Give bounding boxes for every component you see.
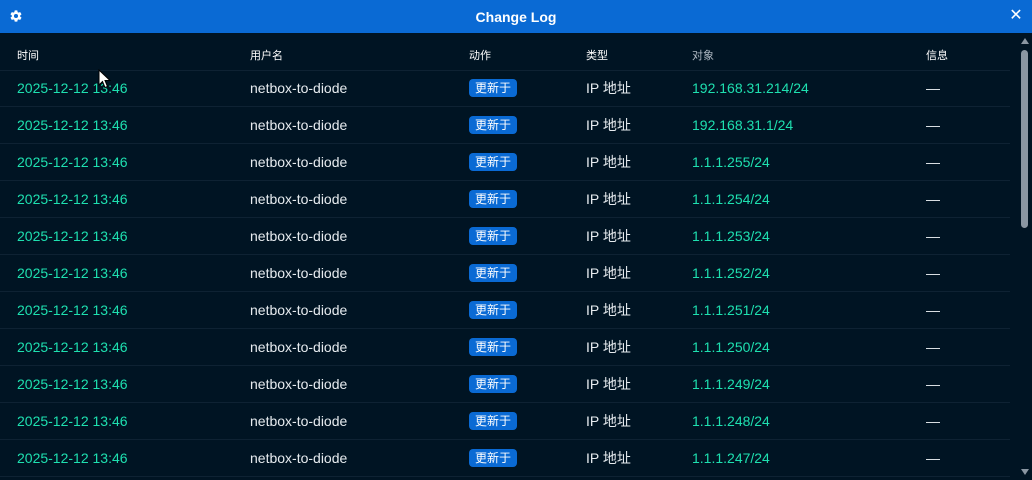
time-cell[interactable]: 2025-12-12 13:46 [17, 191, 128, 208]
message-cell: — [926, 117, 940, 133]
type-cell: IP 地址 [586, 450, 631, 466]
object-link[interactable]: 1.1.1.253/24 [692, 228, 770, 245]
close-icon[interactable]: ✕ [1008, 8, 1024, 24]
table-row[interactable]: 2025-12-12 13:46 netbox-to-diode 更新于 IP 地址 1… [0, 107, 1010, 144]
user-cell[interactable]: netbox-to-diode [250, 228, 347, 245]
user-cell[interactable]: netbox-to-diode [250, 450, 347, 467]
table-row[interactable]: 2025-12-12 13:46 netbox-to-diode 更新于 IP 地址 1… [0, 366, 1010, 403]
user-cell[interactable]: netbox-to-diode [250, 191, 347, 208]
type-cell: IP 地址 [586, 191, 631, 207]
mouse-cursor-icon [98, 69, 112, 89]
type-cell: IP 地址 [586, 376, 631, 392]
type-cell: IP 地址 [586, 80, 631, 96]
type-cell: IP 地址 [586, 339, 631, 355]
type-cell: IP 地址 [586, 228, 631, 244]
time-cell[interactable]: 2025-12-12 13:46 [17, 376, 128, 393]
window-title: Change Log [475, 8, 557, 25]
header-time[interactable]: 时间 [17, 47, 39, 63]
table-row[interactable]: 2025-12-12 13:46 netbox-to-diode 更新于 IP 地址 1… [0, 292, 1010, 329]
vertical-scrollbar[interactable] [1018, 33, 1032, 480]
message-cell: — [926, 154, 940, 170]
table-row[interactable]: 2025-12-12 13:46 netbox-to-diode 更新于 IP 地址 1… [0, 329, 1010, 366]
scrollbar-thumb[interactable] [1021, 50, 1028, 228]
object-link[interactable]: 1.1.1.248/24 [692, 413, 770, 430]
title-bar: Change Log ✕ [0, 0, 1032, 33]
action-badge: 更新于 [469, 449, 518, 467]
object-link[interactable]: 1.1.1.254/24 [692, 191, 770, 208]
message-cell: — [926, 302, 940, 318]
type-cell: IP 地址 [586, 154, 631, 170]
header-type[interactable]: 类型 [586, 47, 608, 63]
message-cell: — [926, 339, 940, 355]
header-action[interactable]: 动作 [469, 47, 491, 63]
object-link[interactable]: 1.1.1.255/24 [692, 154, 770, 171]
table-row[interactable]: 2025-12-12 13:46 netbox-to-diode 更新于 IP 地址 1… [0, 440, 1010, 477]
scroll-up-icon[interactable] [1021, 38, 1029, 44]
time-cell[interactable]: 2025-12-12 13:46 [17, 154, 128, 171]
time-cell[interactable]: 2025-12-12 13:46 [17, 413, 128, 430]
header-object: 对象 [692, 50, 714, 62]
message-cell: — [926, 191, 940, 207]
message-cell: — [926, 265, 940, 281]
user-cell[interactable]: netbox-to-diode [250, 339, 347, 356]
message-cell: — [926, 413, 940, 429]
action-badge: 更新于 [469, 264, 518, 282]
action-badge: 更新于 [469, 338, 518, 356]
header-message: 信息 [926, 50, 948, 62]
message-cell: — [926, 450, 940, 466]
user-cell[interactable]: netbox-to-diode [250, 413, 347, 430]
message-cell: — [926, 228, 940, 244]
type-cell: IP 地址 [586, 302, 631, 318]
object-link[interactable]: 1.1.1.250/24 [692, 339, 770, 356]
object-link[interactable]: 1.1.1.249/24 [692, 376, 770, 393]
table-row[interactable]: 2025-12-12 13:46 netbox-to-diode 更新于 IP 地址 1… [0, 255, 1010, 292]
user-cell[interactable]: netbox-to-diode [250, 80, 347, 97]
message-cell: — [926, 376, 940, 392]
time-cell[interactable]: 2025-12-12 13:46 [17, 302, 128, 319]
action-badge: 更新于 [469, 412, 518, 430]
table-row[interactable]: 2025-12-12 13:46 netbox-to-diode 更新于 IP 地址 1… [0, 70, 1010, 107]
time-cell[interactable]: 2025-12-12 13:46 [17, 117, 128, 134]
table-row[interactable]: 2025-12-12 13:46 netbox-to-diode 更新于 IP 地址 1… [0, 403, 1010, 440]
object-link[interactable]: 1.1.1.247/24 [692, 450, 770, 467]
type-cell: IP 地址 [586, 265, 631, 281]
time-cell[interactable]: 2025-12-12 13:46 [17, 265, 128, 282]
scroll-down-icon[interactable] [1021, 469, 1029, 475]
user-cell[interactable]: netbox-to-diode [250, 117, 347, 134]
action-badge: 更新于 [469, 301, 518, 319]
change-log-table: 时间 用户名 动作 类型 对象 信息 2025-12-12 13:46 netbo… [0, 33, 1018, 480]
table-row[interactable]: 2025-12-12 13:46 netbox-to-diode 更新于 IP 地址 1… [0, 218, 1010, 255]
time-cell[interactable]: 2025-12-12 13:46 [17, 228, 128, 245]
change-log-window: Change Log ✕ 时间 用户名 动作 类型 对象 信息 2025-12-… [0, 0, 1032, 480]
action-badge: 更新于 [469, 79, 518, 97]
header-user[interactable]: 用户名 [250, 47, 283, 63]
action-badge: 更新于 [469, 116, 518, 134]
type-cell: IP 地址 [586, 413, 631, 429]
object-link[interactable]: 192.168.31.214/24 [692, 80, 809, 97]
gear-icon[interactable] [9, 9, 23, 23]
table-row[interactable]: 2025-12-12 13:46 netbox-to-diode 更新于 IP 地址 1… [0, 144, 1010, 181]
action-badge: 更新于 [469, 375, 518, 393]
time-cell[interactable]: 2025-12-12 13:46 [17, 339, 128, 356]
table-row[interactable]: 2025-12-12 13:46 netbox-to-diode 更新于 IP 地址 1… [0, 181, 1010, 218]
user-cell[interactable]: netbox-to-diode [250, 265, 347, 282]
message-cell: — [926, 80, 940, 96]
user-cell[interactable]: netbox-to-diode [250, 154, 347, 171]
action-badge: 更新于 [469, 227, 518, 245]
type-cell: IP 地址 [586, 117, 631, 133]
action-badge: 更新于 [469, 153, 518, 171]
user-cell[interactable]: netbox-to-diode [250, 302, 347, 319]
user-cell[interactable]: netbox-to-diode [250, 376, 347, 393]
time-cell[interactable]: 2025-12-12 13:46 [17, 450, 128, 467]
object-link[interactable]: 192.168.31.1/24 [692, 117, 793, 134]
object-link[interactable]: 1.1.1.251/24 [692, 302, 770, 319]
object-link[interactable]: 1.1.1.252/24 [692, 265, 770, 282]
table-header: 时间 用户名 动作 类型 对象 信息 [0, 33, 1010, 71]
action-badge: 更新于 [469, 190, 518, 208]
